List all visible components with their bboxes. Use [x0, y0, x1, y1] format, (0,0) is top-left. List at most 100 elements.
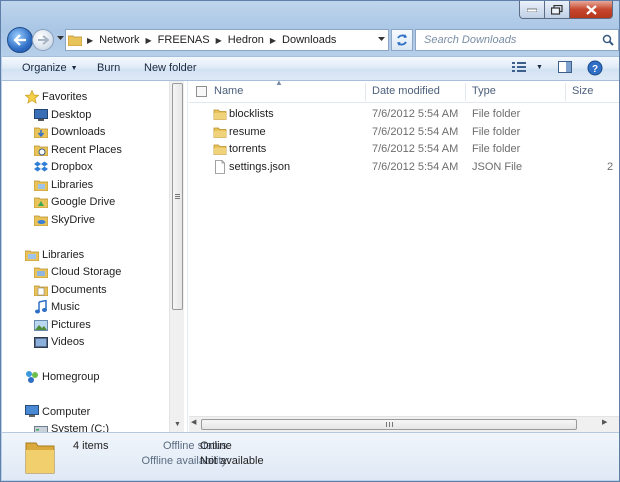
refresh-button[interactable] — [391, 29, 413, 51]
breadcrumb-network[interactable]: Network — [96, 34, 142, 46]
column-size-header[interactable]: Size — [572, 85, 593, 97]
restore-icon — [551, 4, 563, 15]
nav-item-label: System (C:) — [51, 422, 110, 433]
chevron-down-icon: ▼ — [536, 63, 543, 71]
breadcrumb-separator-icon[interactable]: ▶ — [143, 36, 155, 45]
grip-icon — [175, 194, 180, 199]
column-header: Name ▲ Date modified Type Size — [189, 81, 619, 103]
nav-item-label: Recent Places — [51, 143, 122, 156]
nav-item-recent-places[interactable]: Recent Places — [33, 141, 122, 158]
cloud-storage-icon — [33, 264, 49, 280]
explorer-window: ▶ Network ▶ FREENAS ▶ Hedron ▶ Downloads… — [0, 0, 620, 482]
nav-item-label: SkyDrive — [51, 213, 96, 226]
close-icon — [585, 4, 597, 15]
nav-computer[interactable]: Computer — [24, 403, 90, 420]
column-date-header[interactable]: Date modified — [372, 85, 440, 97]
breadcrumb-freenas[interactable]: FREENAS — [155, 34, 213, 46]
preview-pane-button[interactable] — [558, 61, 572, 73]
forward-button[interactable] — [32, 29, 54, 51]
star-icon — [24, 89, 40, 105]
details-view-icon — [512, 62, 526, 72]
nav-item-google-drive[interactable]: Google Drive — [33, 193, 115, 210]
nav-libraries[interactable]: Libraries — [24, 246, 84, 263]
breadcrumb-separator-icon[interactable]: ▶ — [213, 36, 225, 45]
breadcrumb-hedron[interactable]: Hedron — [225, 34, 267, 46]
nav-item-music[interactable]: Music — [33, 298, 80, 315]
table-row[interactable]: settings.json 7/6/2012 5:54 AM JSON File… — [189, 159, 619, 176]
file-name: blocklists — [229, 108, 274, 120]
navigation-pane: Favorites Desktop Downloads Recent Place… — [2, 81, 169, 432]
nav-scroll-thumb[interactable] — [172, 83, 183, 310]
nav-item-label: Pictures — [51, 318, 91, 331]
table-row[interactable]: blocklists 7/6/2012 5:54 AM File folder — [189, 106, 619, 123]
recent-places-icon — [33, 142, 49, 158]
nav-item-desktop[interactable]: Desktop — [33, 106, 91, 123]
back-button[interactable] — [7, 27, 33, 53]
help-button[interactable]: ? — [587, 60, 603, 76]
address-row: ▶ Network ▶ FREENAS ▶ Hedron ▶ Downloads… — [7, 27, 619, 53]
search-box[interactable]: Search Downloads — [415, 29, 619, 51]
nav-item-skydrive[interactable]: SkyDrive — [33, 211, 95, 228]
select-all-checkbox[interactable] — [196, 86, 207, 97]
nav-item-system-drive[interactable]: System (C:) — [33, 420, 109, 432]
file-type: File folder — [472, 143, 521, 155]
maximize-button[interactable] — [545, 1, 570, 19]
chevron-down-icon: ▼ — [174, 420, 181, 428]
file-name: resume — [229, 126, 266, 138]
minimize-button[interactable] — [519, 1, 545, 19]
breadcrumb-separator-icon[interactable]: ▶ — [84, 36, 96, 45]
burn-button[interactable]: Burn — [97, 62, 120, 74]
scroll-left-icon[interactable]: ◀ — [191, 418, 196, 426]
address-history-dropdown-icon[interactable] — [378, 37, 385, 42]
search-icon[interactable] — [598, 34, 618, 46]
nav-item-documents[interactable]: Documents — [33, 281, 107, 298]
nav-item-label: Music — [51, 300, 80, 313]
horizontal-scroll-thumb[interactable] — [201, 419, 577, 430]
file-list: Name ▲ Date modified Type Size blocklist… — [189, 81, 619, 432]
new-folder-button[interactable]: New folder — [144, 62, 197, 74]
nav-favorites[interactable]: Favorites — [24, 88, 87, 105]
nav-item-label: Documents — [51, 283, 107, 296]
desktop-icon — [33, 107, 49, 123]
scroll-down-button[interactable]: ▼ — [170, 416, 185, 432]
nav-item-pictures[interactable]: Pictures — [33, 316, 91, 333]
nav-item-videos[interactable]: Videos — [33, 333, 84, 350]
nav-item-libraries-shortcut[interactable]: Libraries — [33, 176, 93, 193]
column-divider[interactable] — [365, 83, 366, 101]
table-row[interactable]: resume 7/6/2012 5:54 AM File folder — [189, 124, 619, 141]
nav-item-label: Google Drive — [51, 195, 116, 208]
column-type-header[interactable]: Type — [472, 85, 496, 97]
computer-icon — [24, 404, 40, 420]
nav-homegroup[interactable]: Homegroup — [24, 368, 99, 385]
command-bar: Organize ▼ Burn New folder ▼ ? — [2, 56, 619, 81]
organize-button[interactable]: Organize ▼ — [22, 62, 78, 74]
nav-pane-scrollbar[interactable]: ▼ — [169, 81, 184, 432]
folder-icon — [25, 442, 55, 474]
column-name-header[interactable]: Name — [214, 85, 243, 97]
recent-pages-dropdown-icon[interactable] — [57, 36, 64, 41]
title-bar — [1, 1, 619, 23]
address-bar[interactable]: ▶ Network ▶ FREENAS ▶ Hedron ▶ Downloads — [65, 29, 389, 51]
pane-splitter[interactable] — [184, 81, 188, 432]
column-divider[interactable] — [465, 83, 466, 101]
help-icon: ? — [587, 60, 603, 76]
nav-item-dropbox[interactable]: Dropbox — [33, 158, 93, 175]
table-row[interactable]: torrents 7/6/2012 5:54 AM File folder — [189, 141, 619, 158]
forward-arrow-icon — [38, 35, 49, 45]
pictures-icon — [33, 317, 49, 333]
breadcrumb-downloads[interactable]: Downloads — [279, 34, 339, 46]
search-input[interactable]: Search Downloads — [416, 34, 598, 46]
file-list-horizontal-scrollbar[interactable]: ◀ ▶ — [189, 416, 619, 432]
details-pane: 4 items Offline status: Online Offline a… — [2, 432, 619, 480]
scroll-right-icon[interactable]: ▶ — [602, 418, 607, 426]
nav-favorites-label: Favorites — [42, 90, 88, 103]
preview-pane-icon — [558, 61, 572, 73]
nav-item-cloud-storage[interactable]: Cloud Storage — [33, 263, 121, 280]
nav-item-downloads[interactable]: Downloads — [33, 123, 105, 140]
folder-icon — [213, 127, 227, 138]
column-divider[interactable] — [565, 83, 566, 101]
breadcrumb-separator-icon[interactable]: ▶ — [267, 36, 279, 45]
change-view-button[interactable]: ▼ — [512, 61, 543, 73]
refresh-icon — [397, 34, 407, 46]
close-button[interactable] — [570, 1, 613, 19]
